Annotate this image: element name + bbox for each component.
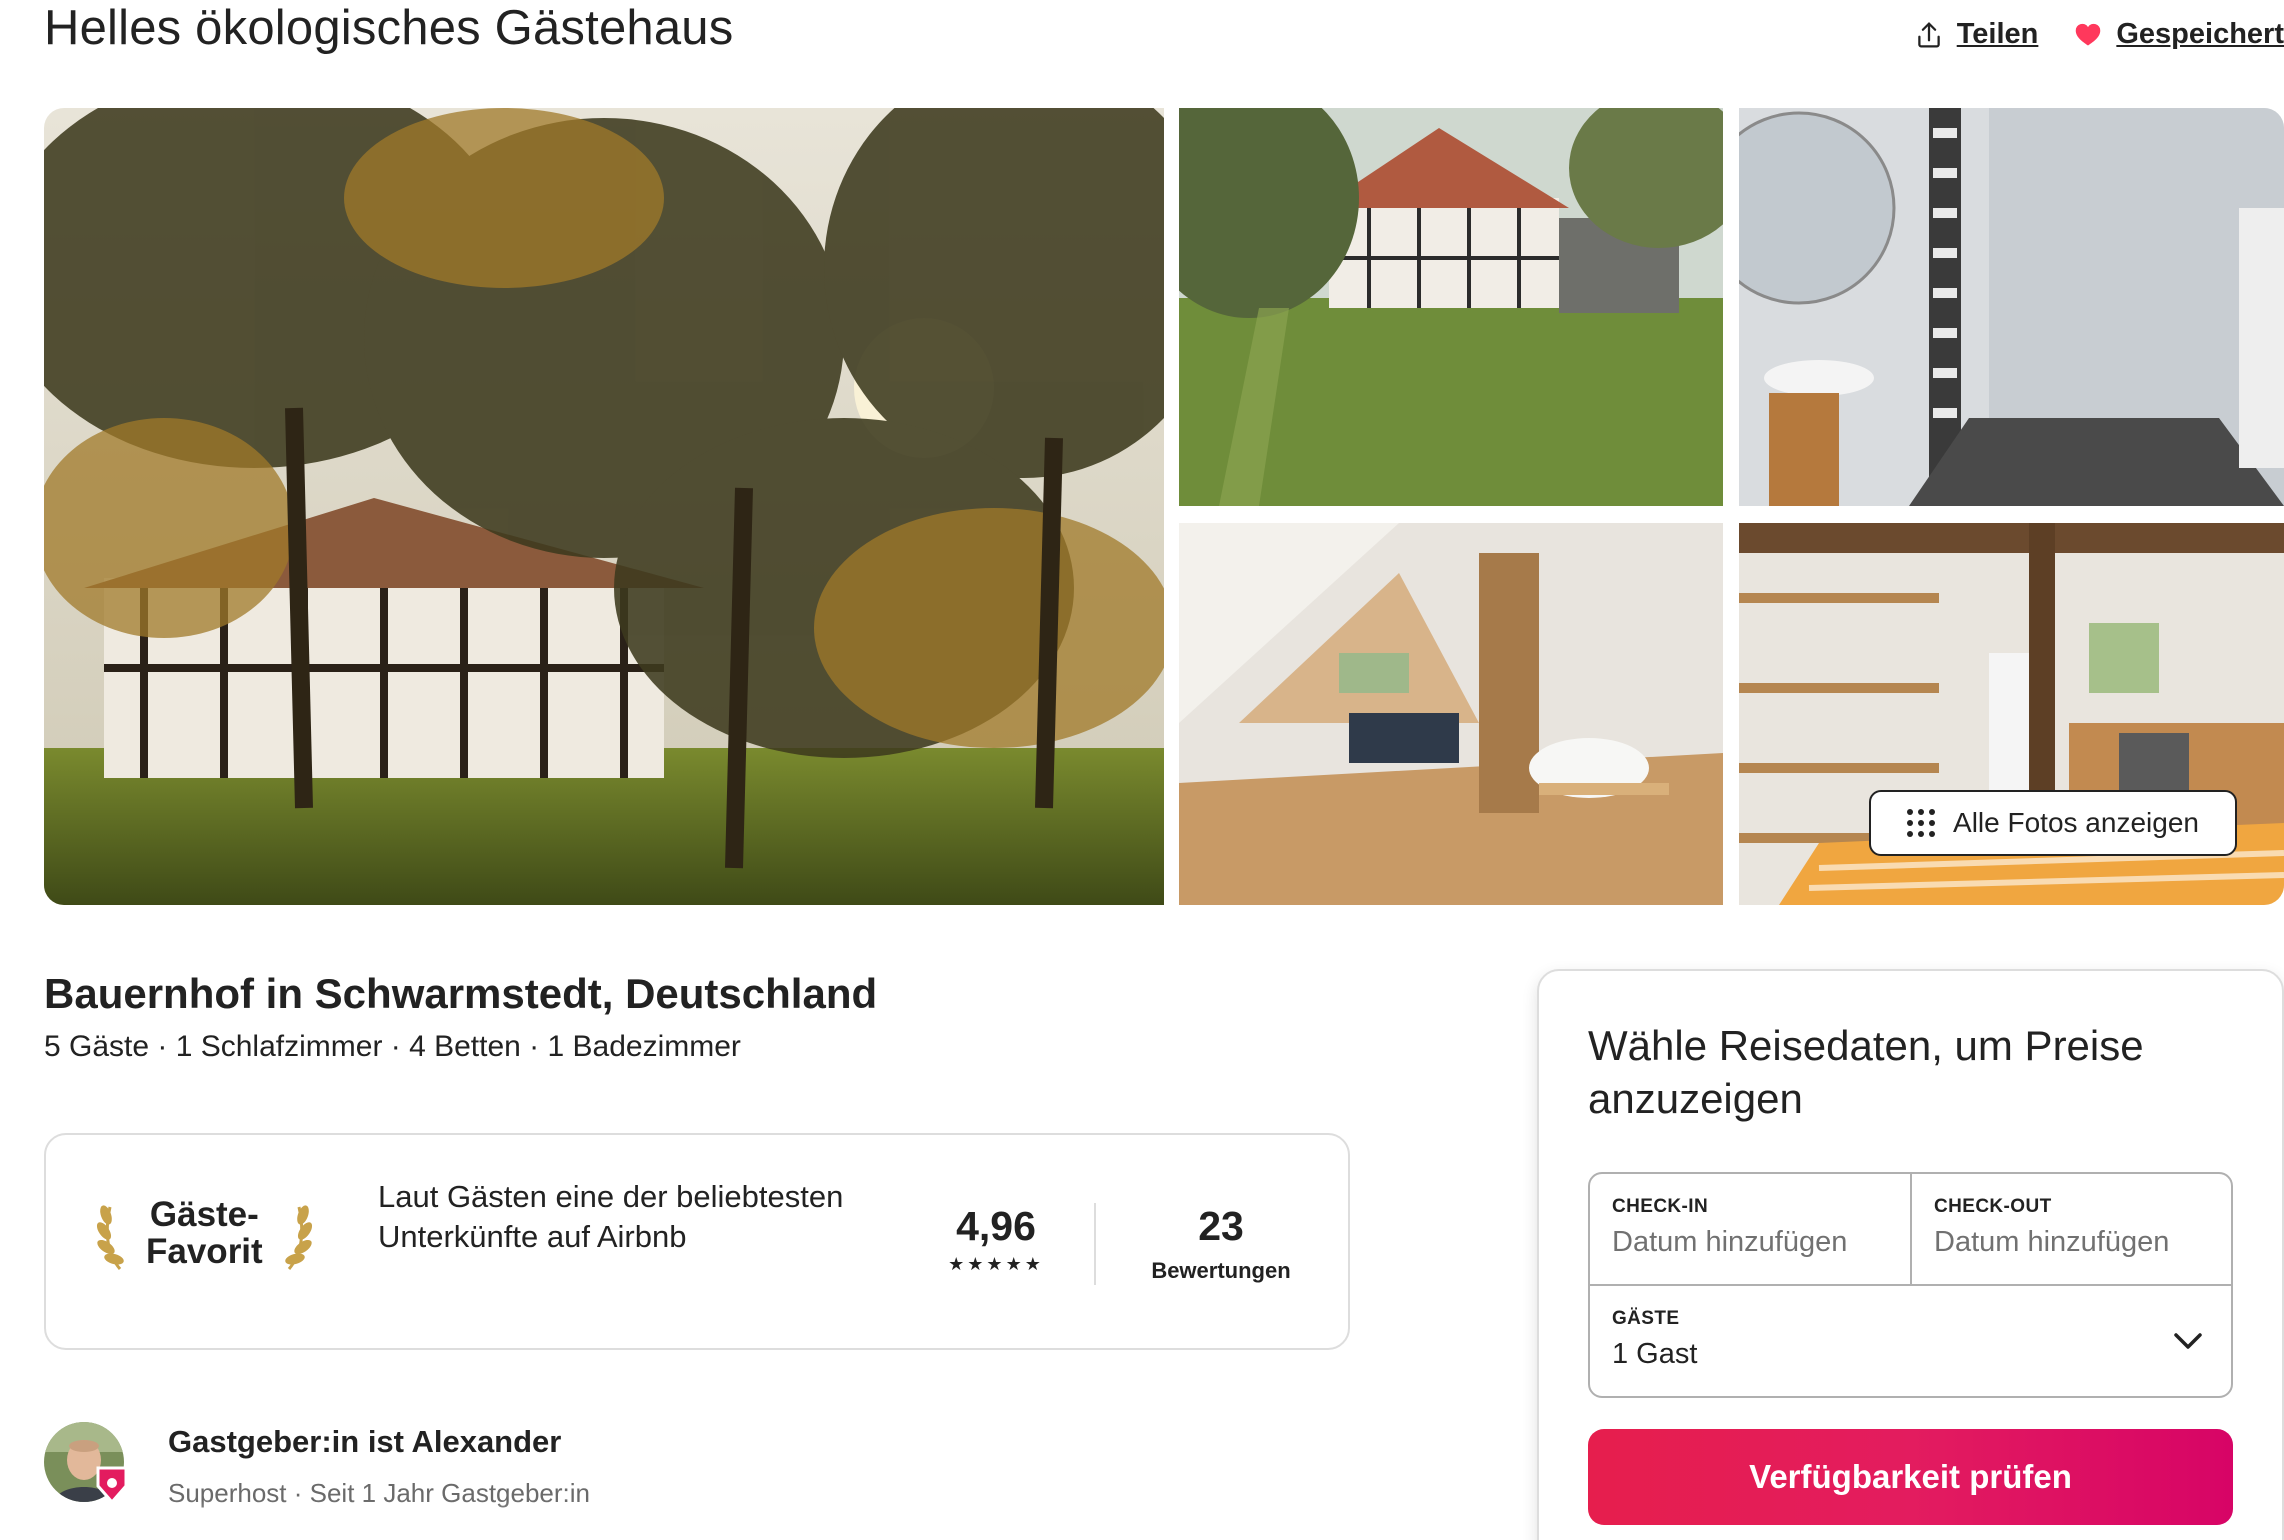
heart-icon xyxy=(2076,23,2101,45)
guest-favorite-badge: Gäste- Favorit xyxy=(94,1195,315,1271)
listing-details: 5 Gäste · 1 Schlafzimmer · 4 Betten · 1 … xyxy=(44,1030,741,1063)
review-label: Bewertungen xyxy=(1151,1258,1291,1283)
grid-dots-icon xyxy=(1907,809,1936,837)
rating-value: 4,96 xyxy=(956,1203,1036,1249)
reviews-link[interactable]: 23 Bewertungen xyxy=(1136,1203,1306,1284)
booking-title: Wähle Reisedaten, um Preise anzuzeigen xyxy=(1588,1022,2144,1122)
checkout-field[interactable]: CHECK-OUT Datum hinzufügen xyxy=(1912,1174,2233,1286)
laurel-left-icon xyxy=(96,1205,124,1270)
superhost-badge-icon xyxy=(96,1466,128,1504)
guests-label: GÄSTE xyxy=(1612,1308,1680,1329)
host-name: Gastgeber:in ist Alexander xyxy=(168,1424,562,1459)
checkin-field[interactable]: CHECK-IN Datum hinzufügen xyxy=(1590,1174,1912,1286)
checkin-label: CHECK-IN xyxy=(1612,1196,1709,1217)
photo-main-farmhouse[interactable] xyxy=(44,108,1164,905)
saved-label: Gespeichert xyxy=(2116,18,2284,50)
check-availability-button[interactable]: Verfügbarkeit prüfen xyxy=(1588,1429,2233,1525)
rating-stars: ★★★★★ xyxy=(948,1254,1044,1274)
saved-button[interactable]: Gespeichert xyxy=(2074,18,2284,51)
photo-bathroom[interactable] xyxy=(1739,108,2284,506)
checkout-label: CHECK-OUT xyxy=(1934,1196,2052,1217)
page-title: Helles ökologisches Gästehaus xyxy=(44,1,734,55)
host-section: Gastgeber:in ist Alexander Superhost · S… xyxy=(44,1422,590,1509)
guest-favorite-card[interactable]: Gäste- Favorit Laut Gästen eine der beli… xyxy=(44,1133,1350,1350)
bottom-fade xyxy=(0,1500,1537,1540)
photo-gallery xyxy=(44,108,2284,905)
booking-card: Wähle Reisedaten, um Preise anzuzeigen C… xyxy=(1537,969,2284,1540)
guest-favorite-description: Laut Gästen eine der beliebtesten Unterk… xyxy=(378,1179,844,1254)
photo-attic-bedroom[interactable] xyxy=(1179,523,1723,905)
show-all-photos-button[interactable]: Alle Fotos anzeigen xyxy=(1869,790,2237,856)
date-guest-picker: CHECK-IN Datum hinzufügen CHECK-OUT Datu… xyxy=(1588,1172,2233,1398)
share-icon xyxy=(1917,21,1940,48)
listing-subtitle: Bauernhof in Schwarmstedt, Deutschland xyxy=(44,970,878,1017)
share-label: Teilen xyxy=(1956,18,2039,50)
checkout-value: Datum hinzufügen xyxy=(1934,1226,2170,1258)
photo-house-meadow[interactable] xyxy=(1179,108,1723,506)
guests-field[interactable]: GÄSTE 1 Gast xyxy=(1590,1286,2231,1398)
share-button[interactable]: Teilen xyxy=(1915,18,2039,51)
laurel-right-icon xyxy=(284,1205,312,1270)
review-count: 23 xyxy=(1198,1203,1244,1249)
divider xyxy=(1094,1203,1096,1285)
guests-value: 1 Gast xyxy=(1612,1338,1698,1370)
top-actions: Teilen Gespeichert xyxy=(1915,18,2284,51)
guest-favorite-line2: Favorit xyxy=(146,1232,263,1271)
guest-favorite-line1: Gäste- xyxy=(149,1195,259,1234)
rating-summary: 4,96 ★★★★★ xyxy=(926,1203,1066,1275)
chevron-down-icon xyxy=(2174,1333,2202,1349)
show-all-photos-label: Alle Fotos anzeigen xyxy=(1953,807,2199,838)
checkin-value: Datum hinzufügen xyxy=(1612,1226,1848,1258)
